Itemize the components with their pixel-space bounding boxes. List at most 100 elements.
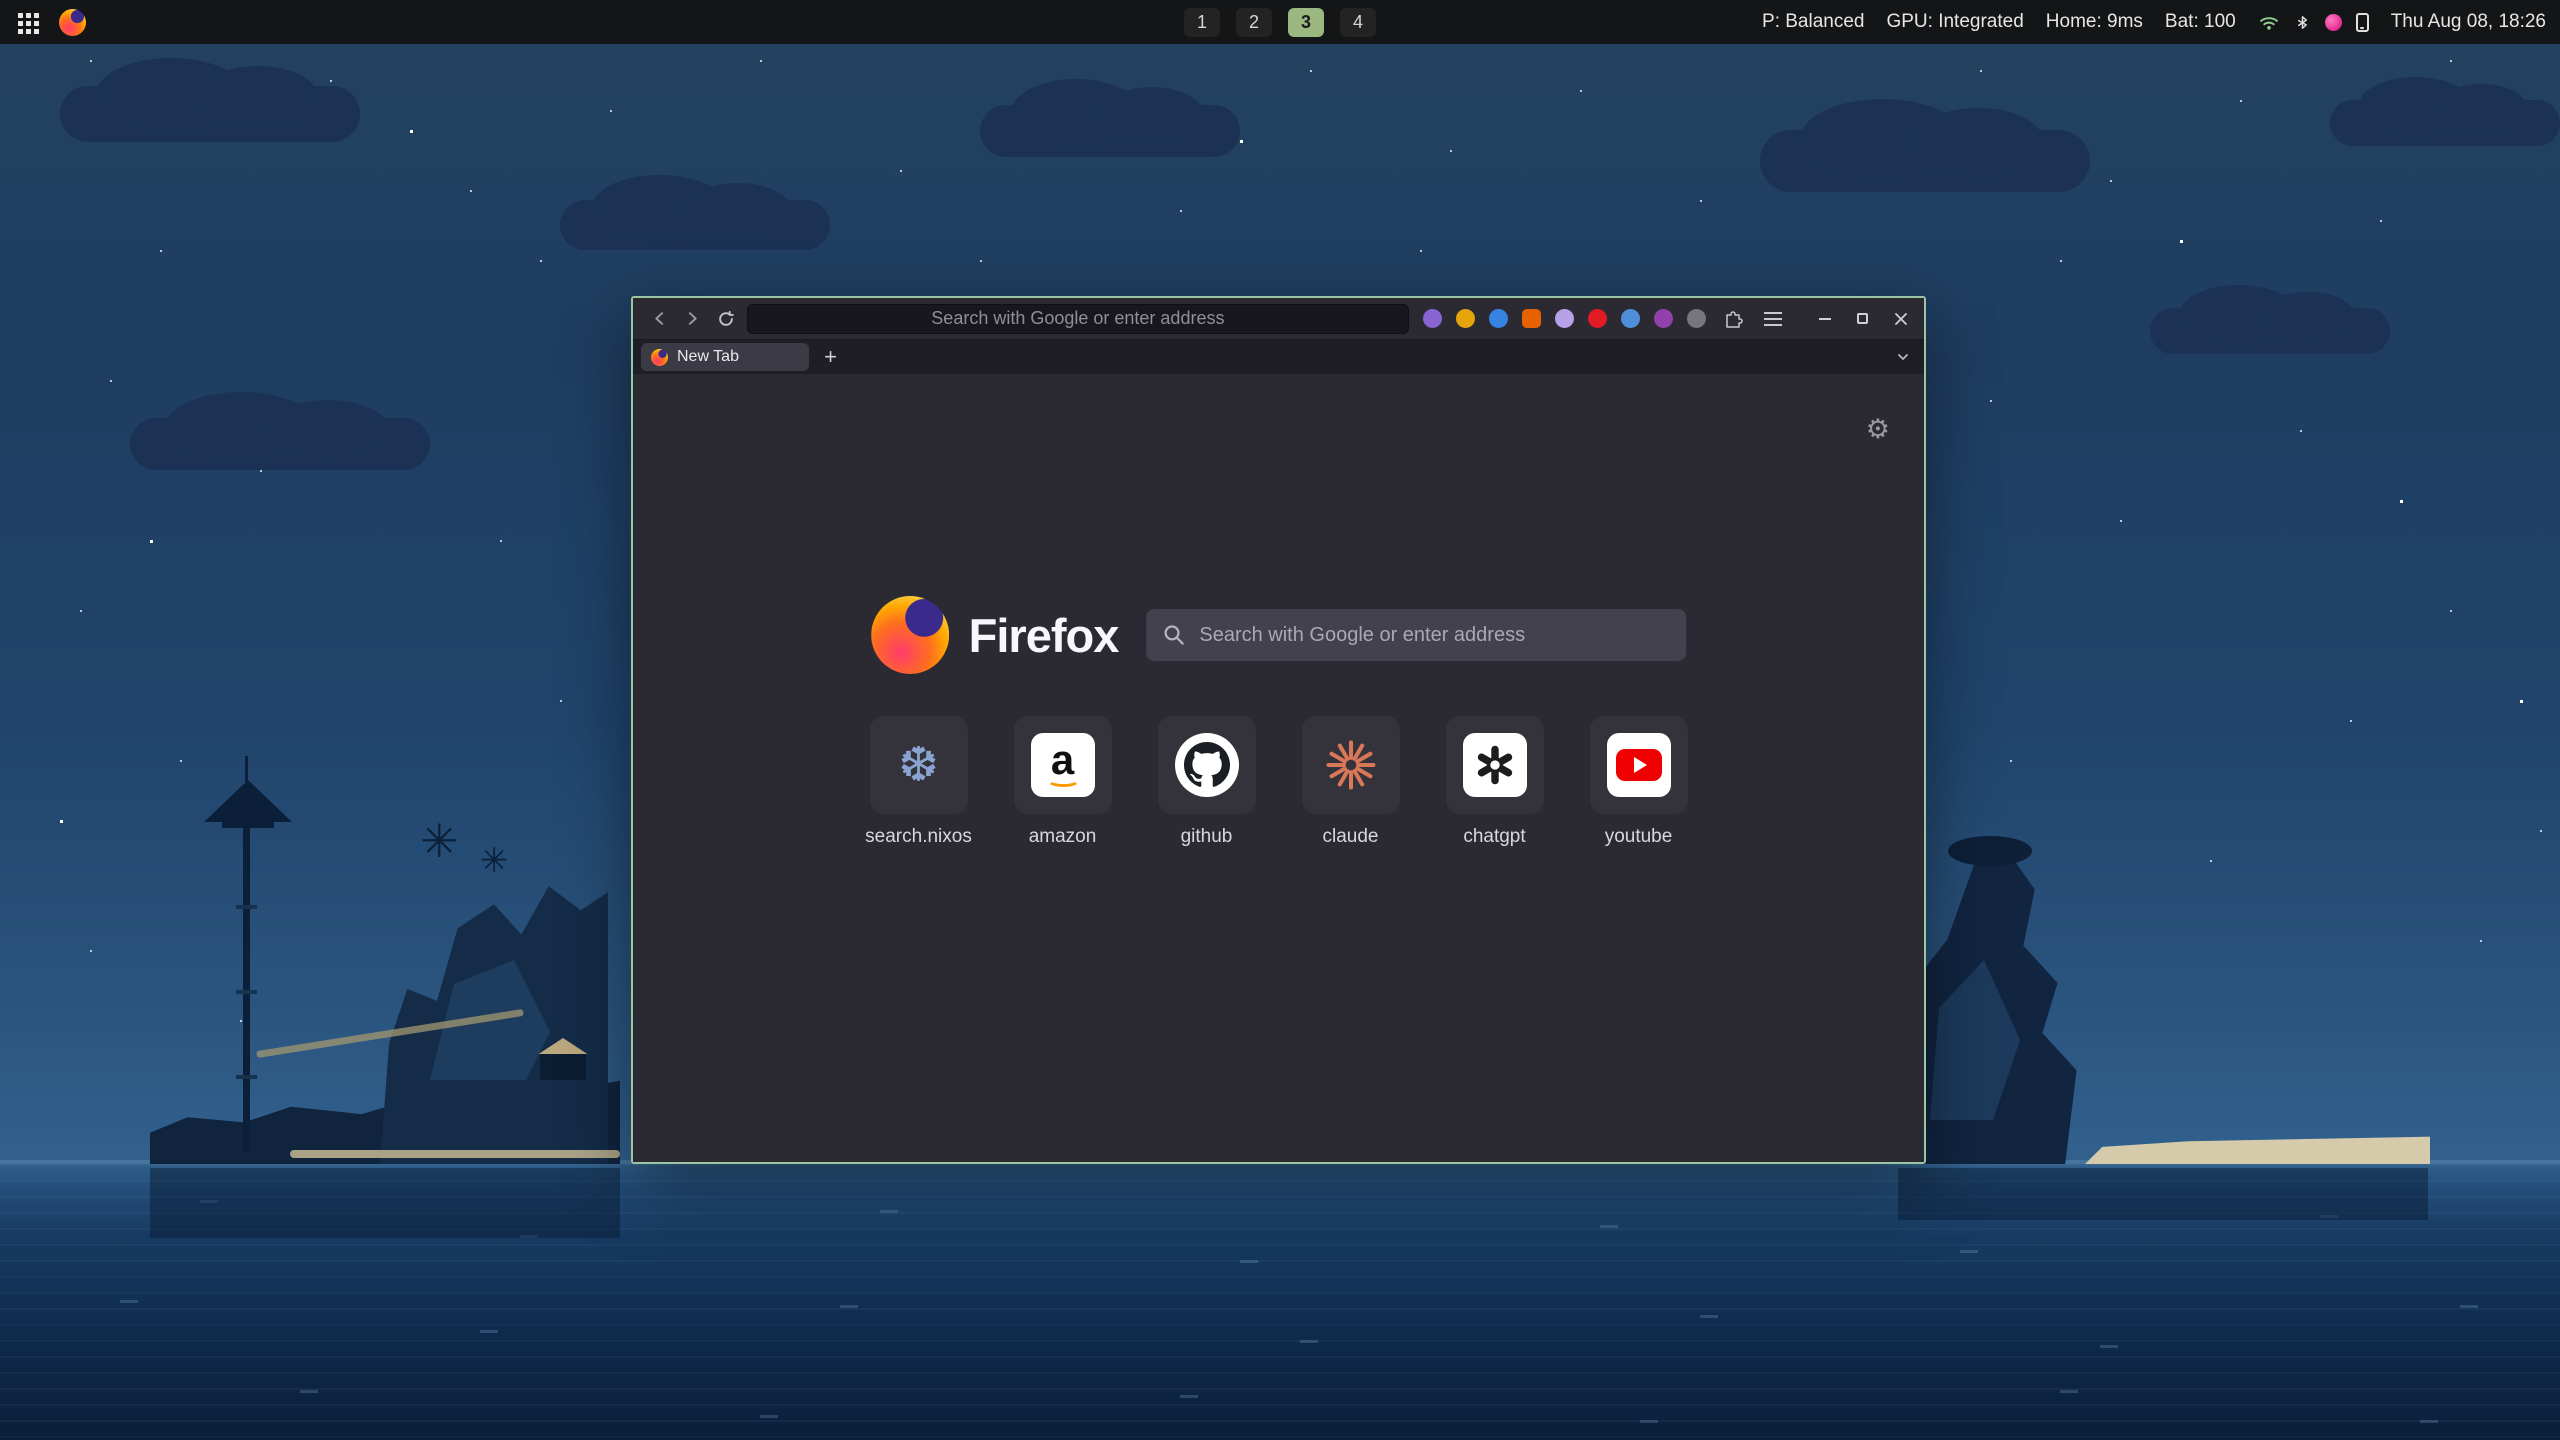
reload-icon: [717, 310, 735, 328]
extensions-button[interactable]: [1720, 306, 1746, 332]
shortcut-tile: [1590, 716, 1688, 814]
gpu-status: GPU: Integrated: [1886, 11, 2023, 33]
extension-icon-3[interactable]: [1489, 309, 1508, 328]
extension-toolbar: [1423, 306, 1786, 332]
wallpaper-watchtower-finial: [245, 756, 248, 782]
top-bar: 1 2 3 4 P: Balanced GPU: Integrated Home…: [0, 0, 2560, 44]
tab-new-tab[interactable]: New Tab: [641, 343, 809, 371]
close-button[interactable]: [1888, 306, 1914, 332]
extension-icon-5[interactable]: [1555, 309, 1574, 328]
wallpaper-cloud: [2150, 308, 2390, 354]
wallpaper-reflection: [150, 1168, 620, 1238]
back-arrow-icon: [651, 310, 668, 327]
wallpaper-cloud: [60, 86, 360, 142]
shortcut-label: github: [1181, 826, 1233, 848]
shortcut-github[interactable]: github: [1158, 716, 1256, 848]
amazon-icon: a: [1031, 733, 1095, 797]
minimize-button[interactable]: [1812, 306, 1838, 332]
shortcut-tile: ❆: [870, 716, 968, 814]
shortcut-chatgpt[interactable]: chatgpt: [1446, 716, 1544, 848]
newtab-search: [1146, 609, 1686, 661]
extension-icon-1[interactable]: [1423, 309, 1442, 328]
workspace-button-3-active[interactable]: 3: [1288, 8, 1324, 37]
wallpaper-watchtower-rung: [236, 905, 257, 909]
firefox-favicon: [651, 349, 668, 366]
shortcut-youtube[interactable]: youtube: [1590, 716, 1688, 848]
forward-button[interactable]: [676, 303, 709, 335]
list-all-tabs-button[interactable]: [1890, 344, 1916, 370]
shortcut-search-nixos[interactable]: ❆ search.nixos: [870, 716, 968, 848]
chevron-down-icon: [1895, 349, 1911, 365]
navigation-toolbar: [633, 298, 1924, 340]
app-menu-button[interactable]: [1760, 306, 1786, 332]
shortcut-tile: [1302, 716, 1400, 814]
wifi-icon: [2258, 14, 2280, 31]
new-tab-button[interactable]: +: [817, 344, 844, 371]
wallpaper-watchtower-rung: [236, 1075, 257, 1079]
apps-grid-icon: [18, 13, 23, 18]
top-bar-status: P: Balanced GPU: Integrated Home: 9ms Ba…: [1762, 11, 2560, 33]
wallpaper-watchtower-rung: [236, 990, 257, 994]
claude-starburst-icon: [1325, 739, 1377, 791]
maximize-button[interactable]: [1850, 306, 1876, 332]
device-icon: [2356, 13, 2369, 32]
tab-title: New Tab: [677, 348, 739, 366]
wallpaper-hut: [540, 1052, 586, 1080]
extension-icon-4[interactable]: [1522, 309, 1541, 328]
shortcut-tiles: ❆ search.nixos a amazon: [870, 716, 1688, 848]
extension-icon-8[interactable]: [1654, 309, 1673, 328]
shortcut-tile: [1446, 716, 1544, 814]
reload-button[interactable]: [710, 303, 743, 335]
palm-tree-icon: ✳: [480, 844, 509, 878]
workspace-button-2[interactable]: 2: [1236, 8, 1272, 37]
system-tray: [2258, 13, 2369, 32]
personalize-settings-button[interactable]: ⚙: [1862, 412, 1894, 447]
extension-icon-2[interactable]: [1456, 309, 1475, 328]
workspace-button-4[interactable]: 4: [1340, 8, 1376, 37]
wallpaper-rock-bush: [1948, 836, 2032, 866]
firefox-window: New Tab + ⚙ Firefox ❆: [631, 296, 1926, 1164]
tab-bar: New Tab +: [633, 340, 1924, 374]
firefox-launcher-button[interactable]: [55, 5, 90, 40]
shortcut-amazon[interactable]: a amazon: [1014, 716, 1112, 848]
amazon-smile-icon: [1047, 773, 1080, 787]
workspace-button-1[interactable]: 1: [1184, 8, 1220, 37]
new-tab-page: ⚙ Firefox ❆ search.nixos: [633, 374, 1924, 1162]
power-profile-status: P: Balanced: [1762, 11, 1864, 33]
shortcut-label: amazon: [1029, 826, 1097, 848]
back-button[interactable]: [643, 303, 676, 335]
ping-status: Home: 9ms: [2046, 11, 2143, 33]
search-icon: [1162, 623, 1186, 647]
puzzle-piece-icon: [1723, 309, 1743, 329]
shortcut-claude[interactable]: claude: [1302, 716, 1400, 848]
media-indicator-icon: [2325, 14, 2342, 31]
shortcut-label: chatgpt: [1463, 826, 1525, 848]
youtube-icon: [1607, 733, 1671, 797]
newtab-hero: Firefox: [871, 596, 1687, 674]
shortcut-label: youtube: [1605, 826, 1673, 848]
openai-knot-icon: [1463, 733, 1527, 797]
wallpaper-cloud: [560, 200, 830, 250]
urlbar-input[interactable]: [747, 304, 1409, 334]
shortcut-tile: a: [1014, 716, 1112, 814]
extension-icon-6[interactable]: [1588, 309, 1607, 328]
extension-icon-9[interactable]: [1687, 309, 1706, 328]
window-controls: [1812, 306, 1914, 332]
forward-arrow-icon: [684, 310, 701, 327]
wallpaper-cloud: [130, 418, 430, 470]
maximize-icon: [1857, 313, 1868, 324]
shortcut-tile: [1158, 716, 1256, 814]
newtab-search-input[interactable]: [1146, 609, 1686, 661]
firefox-icon: [59, 9, 86, 36]
nixos-snowflake-icon: ❆: [898, 741, 938, 789]
hamburger-icon: [1764, 312, 1782, 314]
minimize-icon: [1819, 318, 1831, 320]
wallpaper-reflection: [1898, 1168, 2428, 1220]
app-launcher-button[interactable]: [12, 7, 41, 38]
top-bar-left: [0, 5, 90, 40]
palm-tree-icon: ✳: [420, 818, 459, 864]
clock: Thu Aug 08, 18:26: [2391, 11, 2546, 33]
extension-icon-7[interactable]: [1621, 309, 1640, 328]
wallpaper-cloud: [1760, 130, 2090, 192]
bluetooth-icon: [2294, 13, 2311, 32]
